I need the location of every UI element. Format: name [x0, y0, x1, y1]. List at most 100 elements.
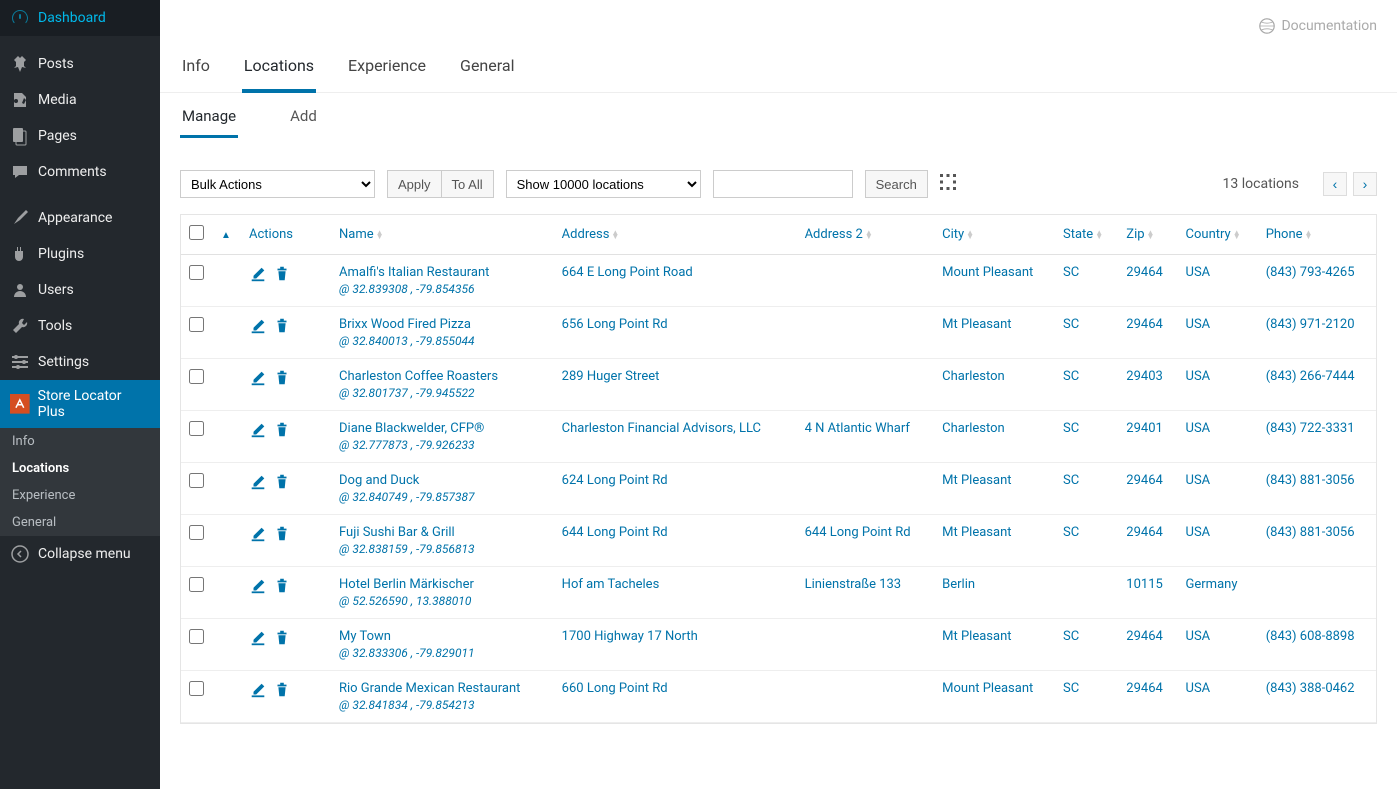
row-phone[interactable]: (843) 793-4265	[1266, 265, 1355, 280]
column-address2[interactable]: Address 2▲▼	[797, 215, 935, 255]
tab-info[interactable]: Info	[180, 44, 212, 93]
column-actions[interactable]: Actions	[241, 215, 331, 255]
sidebar-item-appearance[interactable]: Appearance	[0, 200, 160, 236]
row-country[interactable]: USA	[1186, 525, 1211, 540]
row-city[interactable]: Mt Pleasant	[942, 525, 1011, 540]
row-coords[interactable]: @ 32.840749 , -79.857387	[339, 490, 546, 504]
row-address[interactable]: 656 Long Point Rd	[562, 317, 668, 332]
sidebar-item-store-locator-plus[interactable]: Store Locator Plus	[0, 380, 160, 428]
row-coords[interactable]: @ 32.777873 , -79.926233	[339, 438, 546, 452]
row-checkbox[interactable]	[189, 265, 204, 280]
trash-icon[interactable]	[273, 473, 291, 495]
row-name[interactable]: Charleston Coffee Roasters	[339, 369, 498, 384]
row-phone[interactable]: (843) 971-2120	[1266, 317, 1355, 332]
documentation-link[interactable]: Documentation	[1259, 18, 1377, 34]
row-city[interactable]: Mount Pleasant	[942, 265, 1033, 280]
column-country[interactable]: Country▲▼	[1178, 215, 1258, 255]
sidebar-item-dashboard[interactable]: Dashboard	[0, 0, 160, 36]
row-phone[interactable]: (843) 608-8898	[1266, 629, 1355, 644]
sidebar-item-comments[interactable]: Comments	[0, 154, 160, 190]
trash-icon[interactable]	[273, 681, 291, 703]
row-address[interactable]: Hof am Tacheles	[562, 577, 660, 592]
trash-icon[interactable]	[273, 577, 291, 599]
row-name[interactable]: Fuji Sushi Bar & Grill	[339, 525, 455, 540]
edit-icon[interactable]	[249, 681, 267, 703]
row-address2[interactable]: 4 N Atlantic Wharf	[805, 421, 910, 436]
row-address[interactable]: 1700 Highway 17 North	[562, 629, 698, 644]
row-zip[interactable]: 29464	[1126, 629, 1163, 644]
sidebar-sub-general[interactable]: General	[0, 509, 160, 536]
sidebar-item-media[interactable]: Media	[0, 82, 160, 118]
column-zip[interactable]: Zip▲▼	[1118, 215, 1177, 255]
trash-icon[interactable]	[273, 421, 291, 443]
row-checkbox[interactable]	[189, 473, 204, 488]
show-locations-select[interactable]: Show 10000 locations	[506, 170, 701, 198]
row-phone[interactable]: (843) 881-3056	[1266, 525, 1355, 540]
row-checkbox[interactable]	[189, 369, 204, 384]
row-city[interactable]: Charleston	[942, 369, 1005, 384]
sidebar-item-settings[interactable]: Settings	[0, 344, 160, 380]
row-state[interactable]: SC	[1063, 369, 1079, 384]
row-city[interactable]: Mount Pleasant	[942, 681, 1033, 696]
row-checkbox[interactable]	[189, 577, 204, 592]
sidebar-item-users[interactable]: Users	[0, 272, 160, 308]
pager-next-button[interactable]: ›	[1353, 172, 1377, 196]
sidebar-item-plugins[interactable]: Plugins	[0, 236, 160, 272]
row-city[interactable]: Mt Pleasant	[942, 473, 1011, 488]
sidebar-sub-info[interactable]: Info	[0, 428, 160, 455]
edit-icon[interactable]	[249, 629, 267, 651]
subtab-manage[interactable]: Manage	[180, 107, 238, 138]
row-country[interactable]: USA	[1186, 265, 1211, 280]
row-zip[interactable]: 29464	[1126, 265, 1163, 280]
pager-prev-button[interactable]: ‹	[1323, 172, 1347, 196]
row-address[interactable]: Charleston Financial Advisors, LLC	[562, 421, 761, 436]
row-name[interactable]: Amalfi's Italian Restaurant	[339, 265, 489, 280]
row-phone[interactable]: (843) 722-3331	[1266, 421, 1355, 436]
row-phone[interactable]: (843) 881-3056	[1266, 473, 1355, 488]
edit-icon[interactable]	[249, 317, 267, 339]
sidebar-item-pages[interactable]: Pages	[0, 118, 160, 154]
row-address2[interactable]: Linienstraße 133	[805, 577, 902, 592]
row-name[interactable]: My Town	[339, 629, 391, 644]
edit-icon[interactable]	[249, 265, 267, 287]
row-name[interactable]: Hotel Berlin Märkischer	[339, 577, 474, 592]
row-name[interactable]: Brixx Wood Fired Pizza	[339, 317, 471, 332]
column-address[interactable]: Address▲▼	[554, 215, 797, 255]
row-zip[interactable]: 29464	[1126, 525, 1163, 540]
row-state[interactable]: SC	[1063, 421, 1079, 436]
row-phone[interactable]: (843) 388-0462	[1266, 681, 1355, 696]
row-coords[interactable]: @ 52.526590 , 13.388010	[339, 594, 546, 608]
row-city[interactable]: Berlin	[942, 577, 975, 592]
row-checkbox[interactable]	[189, 317, 204, 332]
column-id[interactable]: ▲	[213, 215, 241, 255]
fullscreen-icon[interactable]	[940, 174, 956, 194]
sidebar-sub-experience[interactable]: Experience	[0, 482, 160, 509]
row-zip[interactable]: 29464	[1126, 681, 1163, 696]
trash-icon[interactable]	[273, 369, 291, 391]
row-country[interactable]: USA	[1186, 317, 1211, 332]
row-address[interactable]: 660 Long Point Rd	[562, 681, 668, 696]
trash-icon[interactable]	[273, 317, 291, 339]
edit-icon[interactable]	[249, 525, 267, 547]
row-coords[interactable]: @ 32.839308 , -79.854356	[339, 282, 546, 296]
row-coords[interactable]: @ 32.801737 , -79.945522	[339, 386, 546, 400]
column-name[interactable]: Name▲▼	[331, 215, 554, 255]
row-zip[interactable]: 10115	[1126, 577, 1163, 592]
sidebar-item-posts[interactable]: Posts	[0, 46, 160, 82]
tab-experience[interactable]: Experience	[346, 44, 428, 93]
edit-icon[interactable]	[249, 421, 267, 443]
row-state[interactable]: SC	[1063, 473, 1079, 488]
row-state[interactable]: SC	[1063, 317, 1079, 332]
row-checkbox[interactable]	[189, 525, 204, 540]
row-state[interactable]: SC	[1063, 629, 1079, 644]
search-input[interactable]	[713, 170, 853, 198]
tab-locations[interactable]: Locations	[242, 44, 316, 93]
edit-icon[interactable]	[249, 577, 267, 599]
edit-icon[interactable]	[249, 473, 267, 495]
row-zip[interactable]: 29464	[1126, 473, 1163, 488]
row-phone[interactable]: (843) 266-7444	[1266, 369, 1355, 384]
row-coords[interactable]: @ 32.833306 , -79.829011	[339, 646, 546, 660]
row-checkbox[interactable]	[189, 681, 204, 696]
sidebar-item-collapse-menu[interactable]: Collapse menu	[0, 536, 160, 572]
bulk-actions-select[interactable]: Bulk Actions	[180, 170, 375, 198]
